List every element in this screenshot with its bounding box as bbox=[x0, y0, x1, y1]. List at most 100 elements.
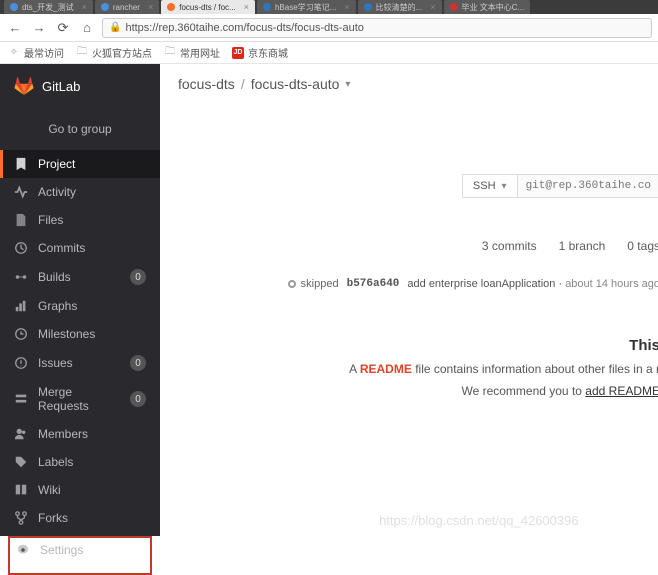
book-icon bbox=[14, 483, 28, 497]
protocol-dropdown[interactable]: SSH ▾ bbox=[462, 174, 518, 198]
tag-icon bbox=[14, 455, 28, 469]
sidebar-item-forks[interactable]: Forks bbox=[0, 504, 160, 532]
close-icon[interactable]: × bbox=[430, 2, 435, 12]
sidebar-item-label: Members bbox=[38, 427, 88, 441]
clock-icon bbox=[14, 327, 28, 341]
sidebar-item-members[interactable]: Members bbox=[0, 420, 160, 448]
bookmark-jd[interactable]: JD京东商城 bbox=[232, 45, 288, 60]
browser-nav-bar: ← → ⟳ ⌂ 🔒 https://rep.360taihe.com/focus… bbox=[0, 14, 658, 42]
sidebar-item-label: Graphs bbox=[38, 299, 77, 313]
breadcrumb-group[interactable]: focus-dts bbox=[178, 76, 235, 92]
sidebar-item-label: Project bbox=[38, 157, 75, 171]
bookmarks-bar: ✧最常访问 🗀火狐官方站点 🗀常用网址 JD京东商城 bbox=[0, 42, 658, 64]
sidebar-item-builds[interactable]: Builds 0 bbox=[0, 262, 160, 292]
history-icon bbox=[14, 241, 28, 255]
sidebar-item-project[interactable]: Project bbox=[0, 150, 160, 178]
back-button[interactable]: ← bbox=[6, 19, 24, 37]
folder-icon: 🗀 bbox=[76, 47, 88, 59]
forward-button[interactable]: → bbox=[30, 19, 48, 37]
sidebar-item-milestones[interactable]: Milestones bbox=[0, 320, 160, 348]
last-commit-row: skipped b576a640 add enterprise loanAppl… bbox=[288, 278, 658, 290]
merge-icon bbox=[14, 392, 28, 406]
close-icon[interactable]: × bbox=[148, 2, 153, 12]
url-input[interactable]: 🔒 https://rep.360taihe.com/focus-dts/foc… bbox=[102, 18, 652, 38]
readme-title: This bbox=[349, 332, 658, 359]
sidebar-item-label: Files bbox=[38, 213, 63, 227]
sidebar-item-activity[interactable]: Activity bbox=[0, 178, 160, 206]
breadcrumb: focus-dts / focus-dts-auto ▾ bbox=[178, 76, 350, 92]
close-icon[interactable]: × bbox=[82, 2, 87, 12]
sidebar-item-label: Merge Requests bbox=[38, 385, 120, 413]
sidebar-item-merge-requests[interactable]: Merge Requests 0 bbox=[0, 378, 160, 420]
sidebar-item-label: Wiki bbox=[38, 483, 61, 497]
reload-button[interactable]: ⟳ bbox=[54, 19, 72, 37]
sidebar-item-label: Activity bbox=[38, 185, 76, 199]
browser-tab[interactable]: rancher× bbox=[95, 0, 159, 14]
fork-icon bbox=[14, 511, 28, 525]
browser-tab[interactable]: dts_开发_测试× bbox=[4, 0, 93, 14]
count-badge: 0 bbox=[130, 391, 146, 407]
commits-count[interactable]: 3 commits bbox=[482, 239, 537, 253]
sidebar-item-label: Forks bbox=[38, 511, 68, 525]
url-text: https://rep.360taihe.com/focus-dts/focus… bbox=[125, 22, 363, 34]
sidebar-item-label: Builds bbox=[38, 270, 71, 284]
clone-url-input[interactable]: git@rep.360taihe.co bbox=[518, 174, 658, 198]
chevron-down-icon[interactable]: ▾ bbox=[345, 79, 350, 90]
files-icon bbox=[14, 213, 28, 227]
sidebar-item-label: Milestones bbox=[38, 327, 95, 341]
count-badge: 0 bbox=[130, 269, 146, 285]
breadcrumb-project[interactable]: focus-dts-auto bbox=[251, 76, 340, 92]
jd-icon: JD bbox=[232, 47, 244, 59]
sidebar-item-files[interactable]: Files bbox=[0, 206, 160, 234]
browser-tab[interactable]: 毕业 文本中心C... bbox=[444, 0, 531, 14]
gear-icon bbox=[16, 543, 30, 557]
sidebar-brand[interactable]: GitLab bbox=[0, 64, 160, 108]
chevron-down-icon: ▾ bbox=[502, 181, 507, 192]
members-icon bbox=[14, 427, 28, 441]
browser-tab-active[interactable]: focus-dts / foc...× bbox=[161, 0, 255, 14]
sidebar: GitLab Go to group Project Activity File… bbox=[0, 64, 160, 536]
sidebar-item-label: Labels bbox=[38, 455, 73, 469]
commit-sha[interactable]: b576a640 bbox=[347, 278, 400, 290]
lock-icon: 🔒 bbox=[109, 22, 121, 33]
bookmark-frequent[interactable]: ✧最常访问 bbox=[8, 45, 64, 60]
pipeline-status[interactable]: skipped bbox=[288, 278, 339, 290]
home-button[interactable]: ⌂ bbox=[78, 19, 96, 37]
browser-tab[interactable]: 比较清楚的...× bbox=[358, 0, 442, 14]
bookmark-common[interactable]: 🗀常用网址 bbox=[164, 45, 220, 60]
sidebar-item-label: Commits bbox=[38, 241, 85, 255]
readme-link[interactable]: README bbox=[360, 362, 412, 376]
clone-row: SSH ▾ git@rep.360taihe.co bbox=[462, 174, 658, 198]
builds-icon bbox=[14, 270, 28, 284]
folder-icon: 🗀 bbox=[164, 47, 176, 59]
close-icon[interactable]: × bbox=[244, 2, 249, 12]
bookmark-firefox[interactable]: 🗀火狐官方站点 bbox=[76, 45, 152, 60]
gitlab-logo-icon bbox=[14, 76, 34, 96]
sidebar-item-settings[interactable]: Settings bbox=[8, 536, 152, 575]
sidebar-item-commits[interactable]: Commits bbox=[0, 234, 160, 262]
main-content: focus-dts / focus-dts-auto ▾ SSH ▾ git@r… bbox=[160, 64, 658, 536]
commit-message: add enterprise loanApplication · about 1… bbox=[407, 278, 658, 290]
issues-icon bbox=[14, 356, 28, 370]
branches-count[interactable]: 1 branch bbox=[559, 239, 606, 253]
browser-tabs-bar: dts_开发_测试× rancher× focus-dts / foc...× … bbox=[0, 0, 658, 14]
count-badge: 0 bbox=[130, 355, 146, 371]
watermark: https://blog.csdn.net/qq_42600396 bbox=[379, 513, 579, 528]
add-readme-link[interactable]: add README bbox=[585, 384, 658, 398]
sidebar-item-labels[interactable]: Labels bbox=[0, 448, 160, 476]
tags-count[interactable]: 0 tags bbox=[627, 239, 658, 253]
project-stats: 3 commits 1 branch 0 tags bbox=[482, 239, 658, 253]
sidebar-item-graphs[interactable]: Graphs bbox=[0, 292, 160, 320]
bookmark-icon bbox=[14, 157, 28, 171]
sidebar-item-label: Issues bbox=[38, 356, 73, 370]
close-icon[interactable]: × bbox=[344, 2, 349, 12]
go-to-group-link[interactable]: Go to group bbox=[0, 108, 160, 150]
browser-tab[interactable]: hBase学习笔记...× bbox=[257, 0, 356, 14]
sidebar-item-wiki[interactable]: Wiki bbox=[0, 476, 160, 504]
sidebar-item-label: Settings bbox=[40, 543, 83, 557]
activity-icon bbox=[14, 185, 28, 199]
brand-label: GitLab bbox=[42, 79, 80, 94]
sidebar-item-issues[interactable]: Issues 0 bbox=[0, 348, 160, 378]
graph-icon bbox=[14, 299, 28, 313]
readme-notice: This A README file contains information … bbox=[349, 332, 658, 402]
